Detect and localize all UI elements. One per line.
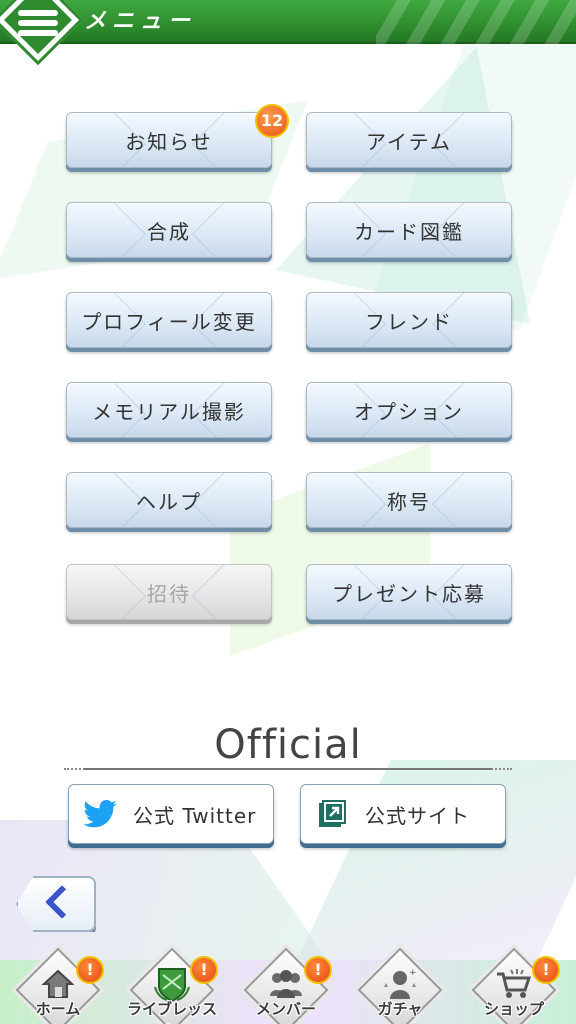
card-encyclopedia-button[interactable]: カード図鑑 (306, 202, 512, 258)
invite-label: 招待 (147, 581, 191, 606)
memorial-photo-button[interactable]: メモリアル撮影 (66, 382, 272, 438)
help-button[interactable]: ヘルプ (66, 472, 272, 528)
present-apply-button[interactable]: プレゼント応募 (306, 564, 512, 620)
background-shape (275, 15, 576, 325)
nav-shop-label: ショップ (483, 1000, 544, 1018)
titles-label: 称号 (387, 489, 431, 514)
profile-edit-label: プロフィール変更 (81, 309, 257, 334)
official-heading: Official (214, 722, 362, 768)
items-button[interactable]: アイテム (306, 112, 512, 168)
official-site-label: 公式サイト (365, 803, 470, 828)
present-apply-label: プレゼント応募 (332, 581, 486, 606)
official-site-button[interactable]: 公式サイト (300, 784, 506, 844)
notification-count-badge: 12 (255, 104, 289, 138)
nav-gacha-label: ガチャ (377, 1000, 423, 1018)
nav-home[interactable]: ! ホーム (8, 947, 108, 1024)
official-twitter-button[interactable]: 公式 Twitter (68, 784, 274, 844)
invite-button: 招待 (66, 564, 272, 620)
external-link-icon (315, 797, 349, 831)
twitter-bird-icon (83, 797, 117, 831)
profile-edit-button[interactable]: プロフィール変更 (66, 292, 272, 348)
nav-members-alert-badge: ! (304, 956, 332, 984)
header-stripes (376, 0, 576, 44)
back-button[interactable] (16, 876, 96, 932)
friends-label: フレンド (365, 309, 453, 334)
nav-members-label: メンバー (255, 1000, 316, 1018)
hamburger-menu-icon[interactable] (18, 10, 58, 36)
items-label: アイテム (366, 129, 452, 154)
nav-home-label: ホーム (35, 1000, 81, 1018)
nav-live-lesson[interactable]: ! ライブレッスン (122, 947, 222, 1024)
nav-shop[interactable]: ! ショップ (464, 947, 564, 1024)
titles-button[interactable]: 称号 (306, 472, 512, 528)
nav-home-alert-badge: ! (76, 956, 104, 984)
synthesis-button[interactable]: 合成 (66, 202, 272, 258)
friends-button[interactable]: フレンド (306, 292, 512, 348)
official-twitter-label: 公式 Twitter (133, 803, 257, 828)
official-divider (64, 768, 512, 770)
nav-shop-alert-badge: ! (532, 956, 560, 984)
help-label: ヘルプ (136, 489, 202, 514)
options-button[interactable]: オプション (306, 382, 512, 438)
nav-live-lesson-alert-badge: ! (190, 956, 218, 984)
svg-text:+: + (409, 968, 417, 978)
nav-live-lesson-label: ライブレッスン (126, 1000, 217, 1024)
page-title: メニュー (84, 9, 197, 34)
notices-button[interactable]: お知らせ (66, 112, 272, 168)
card-encyclopedia-label: カード図鑑 (354, 219, 464, 244)
nav-gacha[interactable]: + ガチャ (350, 947, 450, 1024)
nav-members[interactable]: ! メンバー (236, 947, 336, 1024)
synthesis-label: 合成 (147, 219, 191, 244)
options-label: オプション (354, 399, 464, 424)
memorial-photo-label: メモリアル撮影 (92, 399, 246, 424)
notices-label: お知らせ (125, 129, 213, 154)
